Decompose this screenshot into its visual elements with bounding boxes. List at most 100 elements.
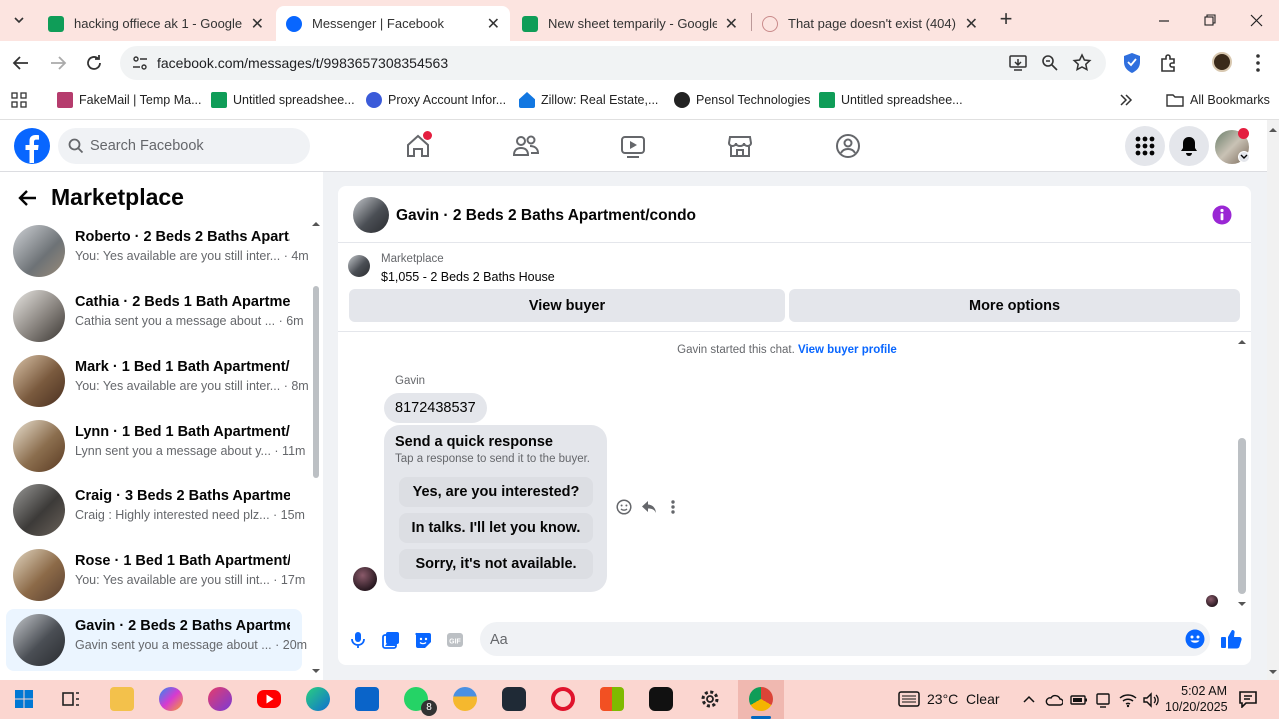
apps-button[interactable] bbox=[11, 92, 27, 108]
like-button[interactable] bbox=[1220, 629, 1242, 649]
all-bookmarks-button[interactable]: All Bookmarks bbox=[1166, 92, 1270, 108]
device-icon[interactable] bbox=[1095, 692, 1111, 708]
close-icon[interactable]: ✕ bbox=[487, 14, 500, 34]
tab-search-button[interactable] bbox=[8, 9, 30, 31]
close-icon[interactable]: ✕ bbox=[725, 14, 738, 34]
more-bookmarks-button[interactable] bbox=[1118, 92, 1134, 108]
minimize-button[interactable] bbox=[1150, 12, 1178, 30]
bookmark-fakemail[interactable]: FakeMail | Temp Ma... bbox=[57, 92, 202, 108]
conversation-item-craig[interactable]: Craig · 3 Beds 2 Baths Apartmen... Craig… bbox=[6, 479, 305, 541]
react-button[interactable] bbox=[616, 499, 632, 515]
message-scrollbar[interactable] bbox=[1236, 336, 1248, 609]
nav-watch[interactable] bbox=[620, 133, 646, 159]
tiktok-icon[interactable] bbox=[649, 687, 673, 711]
file-explorer-icon[interactable] bbox=[110, 687, 134, 711]
attach-photo-button[interactable] bbox=[382, 631, 400, 649]
back-button[interactable] bbox=[10, 52, 32, 74]
conversation-item-roberto[interactable]: Roberto · 2 Beds 2 Baths Apart... You: Y… bbox=[6, 220, 309, 282]
notification-center-button[interactable] bbox=[1238, 690, 1258, 708]
install-app-icon[interactable] bbox=[1008, 53, 1028, 73]
opera-icon[interactable] bbox=[551, 687, 575, 711]
browser-menu-button[interactable] bbox=[1250, 52, 1266, 74]
weather-widget[interactable]: 23°C Clear bbox=[897, 689, 1000, 709]
quick-response-in-talks[interactable]: In talks. I'll let you know. bbox=[399, 513, 593, 543]
scrollbar-thumb[interactable] bbox=[1238, 438, 1246, 594]
scrollbar-thumb[interactable] bbox=[313, 286, 319, 478]
bookmark-spreadsheet-1[interactable]: Untitled spreadshee... bbox=[211, 92, 355, 108]
conversation-item-cathia[interactable]: Cathia · 2 Beds 1 Bath Apartmen... Cathi… bbox=[6, 285, 304, 347]
zoom-icon[interactable] bbox=[1040, 53, 1060, 73]
emoji-button[interactable] bbox=[1185, 629, 1205, 649]
achievement-app-icon[interactable] bbox=[453, 687, 477, 711]
nav-friends[interactable] bbox=[512, 133, 540, 159]
forward-button[interactable] bbox=[47, 52, 69, 74]
microsoft-store-icon[interactable] bbox=[600, 687, 624, 711]
bookmark-zillow[interactable]: Zillow: Real Estate,... bbox=[519, 92, 658, 108]
close-window-button[interactable] bbox=[1242, 12, 1270, 30]
bookmark-star-icon[interactable] bbox=[1072, 53, 1092, 73]
show-hidden-icons[interactable] bbox=[1022, 692, 1036, 706]
facebook-logo[interactable] bbox=[13, 127, 51, 165]
outlook-icon[interactable] bbox=[355, 687, 379, 711]
extension-shield-button[interactable] bbox=[1122, 52, 1142, 74]
listing-title[interactable]: $1,055 - 2 Beds 2 Baths House bbox=[381, 270, 555, 284]
close-icon[interactable]: ✕ bbox=[965, 14, 978, 34]
copilot-icon[interactable] bbox=[159, 687, 183, 711]
voice-clip-button[interactable] bbox=[350, 631, 366, 649]
notifications-button[interactable] bbox=[1169, 126, 1209, 166]
volume-icon[interactable] bbox=[1142, 692, 1160, 708]
quick-response-yes[interactable]: Yes, are you interested? bbox=[399, 477, 593, 507]
reply-button[interactable] bbox=[641, 499, 657, 515]
message-bubble[interactable]: 8172438537 bbox=[384, 393, 487, 423]
start-button[interactable] bbox=[12, 687, 36, 711]
sender-avatar[interactable] bbox=[353, 567, 377, 591]
reload-button[interactable] bbox=[83, 52, 105, 74]
clock[interactable]: 5:02 AM 10/20/2025 bbox=[1165, 683, 1228, 715]
more-message-actions-button[interactable] bbox=[669, 499, 677, 515]
back-button[interactable] bbox=[17, 187, 39, 209]
battery-icon[interactable] bbox=[1070, 693, 1088, 707]
extensions-button[interactable] bbox=[1158, 52, 1180, 74]
listing-thumbnail[interactable] bbox=[348, 255, 370, 277]
more-options-button[interactable]: More options bbox=[789, 289, 1240, 322]
onedrive-icon[interactable] bbox=[1045, 693, 1063, 707]
site-settings-icon[interactable] bbox=[131, 54, 149, 72]
browser-tab-3[interactable]: New sheet temparily - Google S ✕ bbox=[512, 6, 748, 41]
edge-icon[interactable] bbox=[306, 687, 330, 711]
profile-avatar[interactable] bbox=[1212, 52, 1232, 72]
sticker-button[interactable] bbox=[414, 631, 432, 649]
nav-marketplace[interactable] bbox=[727, 133, 753, 159]
message-input[interactable]: Aa bbox=[480, 622, 1210, 656]
security-app-icon[interactable] bbox=[502, 687, 526, 711]
conversation-item-gavin[interactable]: Gavin · 2 Beds 2 Baths Apartme... Gavin … bbox=[6, 609, 307, 671]
settings-icon[interactable] bbox=[698, 687, 722, 711]
nav-groups[interactable] bbox=[835, 133, 861, 159]
chat-avatar[interactable] bbox=[353, 197, 389, 233]
page-scrollbar[interactable] bbox=[1267, 120, 1279, 680]
view-buyer-button[interactable]: View buyer bbox=[349, 289, 785, 322]
gif-button[interactable]: GIF bbox=[446, 631, 464, 649]
close-icon[interactable]: ✕ bbox=[251, 14, 264, 34]
youtube-icon[interactable] bbox=[257, 690, 281, 708]
facebook-search[interactable]: Search Facebook bbox=[58, 128, 310, 164]
conversation-list-scrollbar[interactable] bbox=[310, 216, 322, 676]
conversation-item-mark[interactable]: Mark · 1 Bed 1 Bath Apartment/... You: Y… bbox=[6, 350, 309, 412]
address-bar[interactable]: facebook.com/messages/t/9983657308354563 bbox=[120, 46, 1106, 80]
creative-app-icon[interactable] bbox=[208, 687, 232, 711]
chrome-taskbar-button[interactable] bbox=[738, 680, 784, 719]
restore-button[interactable] bbox=[1196, 12, 1224, 30]
task-view-button[interactable] bbox=[59, 687, 83, 711]
url-text[interactable]: facebook.com/messages/t/9983657308354563 bbox=[157, 55, 448, 71]
bookmark-spreadsheet-2[interactable]: Untitled spreadshee... bbox=[819, 92, 963, 108]
browser-tab-2[interactable]: Messenger | Facebook ✕ bbox=[276, 6, 510, 41]
browser-tab-1[interactable]: hacking offiece ak 1 - Google S ✕ bbox=[38, 6, 274, 41]
new-tab-button[interactable]: + bbox=[995, 8, 1017, 32]
chat-title[interactable]: Gavin · 2 Beds 2 Baths Apartment/condo bbox=[396, 207, 696, 225]
bookmark-pensol[interactable]: Pensol Technologies bbox=[674, 92, 810, 108]
browser-tab-4[interactable]: That page doesn't exist (404) - I ✕ bbox=[752, 6, 988, 41]
bookmark-proxy[interactable]: Proxy Account Infor... bbox=[366, 92, 506, 108]
menu-button[interactable] bbox=[1125, 126, 1165, 166]
quick-response-not-available[interactable]: Sorry, it's not available. bbox=[399, 549, 593, 579]
conversation-item-lynn[interactable]: Lynn · 1 Bed 1 Bath Apartment/c... Lynn … bbox=[6, 415, 305, 477]
wifi-icon[interactable] bbox=[1119, 692, 1137, 708]
